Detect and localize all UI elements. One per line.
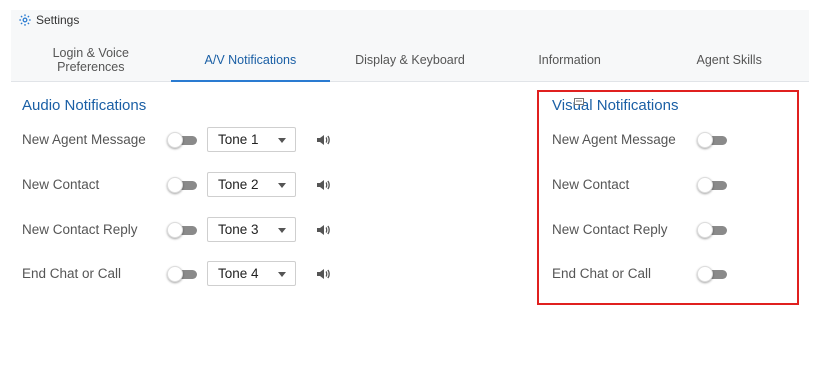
audio-end-chat-or-call-toggle[interactable]	[167, 266, 197, 282]
tab-bar: Login & Voice Preferences A/V Notificatio…	[11, 38, 809, 82]
audio-new-agent-message-tone-select[interactable]: Tone 1	[207, 127, 296, 152]
chevron-down-icon	[278, 272, 286, 277]
audio-end-chat-or-call-tone-select[interactable]: Tone 4	[207, 261, 296, 286]
tab-display-keyboard[interactable]: Display & Keyboard	[330, 38, 490, 82]
speaker-icon[interactable]	[315, 177, 331, 193]
audio-new-contact-tone-select[interactable]: Tone 2	[207, 172, 296, 197]
highlight-box	[537, 90, 799, 305]
audio-new-contact-reply-tone-select[interactable]: Tone 3	[207, 217, 296, 242]
tab-label-line2: Preferences	[57, 60, 125, 74]
tab-label: Display & Keyboard	[355, 53, 465, 67]
gear-icon	[19, 14, 31, 26]
tone-value: Tone 2	[218, 177, 259, 192]
audio-new-contact-toggle[interactable]	[167, 177, 197, 193]
tone-value: Tone 3	[218, 222, 259, 237]
settings-header: Settings	[18, 13, 79, 27]
audio-row-label: New Agent Message	[22, 132, 146, 147]
chevron-down-icon	[278, 183, 286, 188]
chevron-down-icon	[278, 138, 286, 143]
speaker-icon[interactable]	[315, 132, 331, 148]
audio-row-label: New Contact Reply	[22, 222, 138, 237]
tab-label: Information	[538, 53, 601, 67]
audio-new-agent-message-toggle[interactable]	[167, 132, 197, 148]
settings-title: Settings	[36, 13, 80, 27]
tab-agent-skills[interactable]: Agent Skills	[649, 38, 809, 82]
tab-login-voice-preferences[interactable]: Login & Voice Preferences	[11, 38, 171, 82]
tab-information[interactable]: Information	[490, 38, 650, 82]
tab-label: A/V Notifications	[204, 53, 297, 67]
speaker-icon[interactable]	[315, 266, 331, 282]
audio-new-contact-reply-toggle[interactable]	[167, 222, 197, 238]
audio-row-label: End Chat or Call	[22, 266, 122, 281]
audio-notifications-title: Audio Notifications	[22, 97, 147, 114]
tone-value: Tone 1	[218, 132, 259, 147]
tab-label: Agent Skills	[696, 53, 762, 67]
chevron-down-icon	[278, 228, 286, 233]
speaker-icon[interactable]	[315, 222, 331, 238]
tone-value: Tone 4	[218, 266, 259, 281]
audio-row-label: New Contact	[22, 177, 100, 192]
tab-label-line1: Login & Voice	[52, 46, 130, 60]
tab-av-notifications[interactable]: A/V Notifications	[170, 38, 331, 82]
